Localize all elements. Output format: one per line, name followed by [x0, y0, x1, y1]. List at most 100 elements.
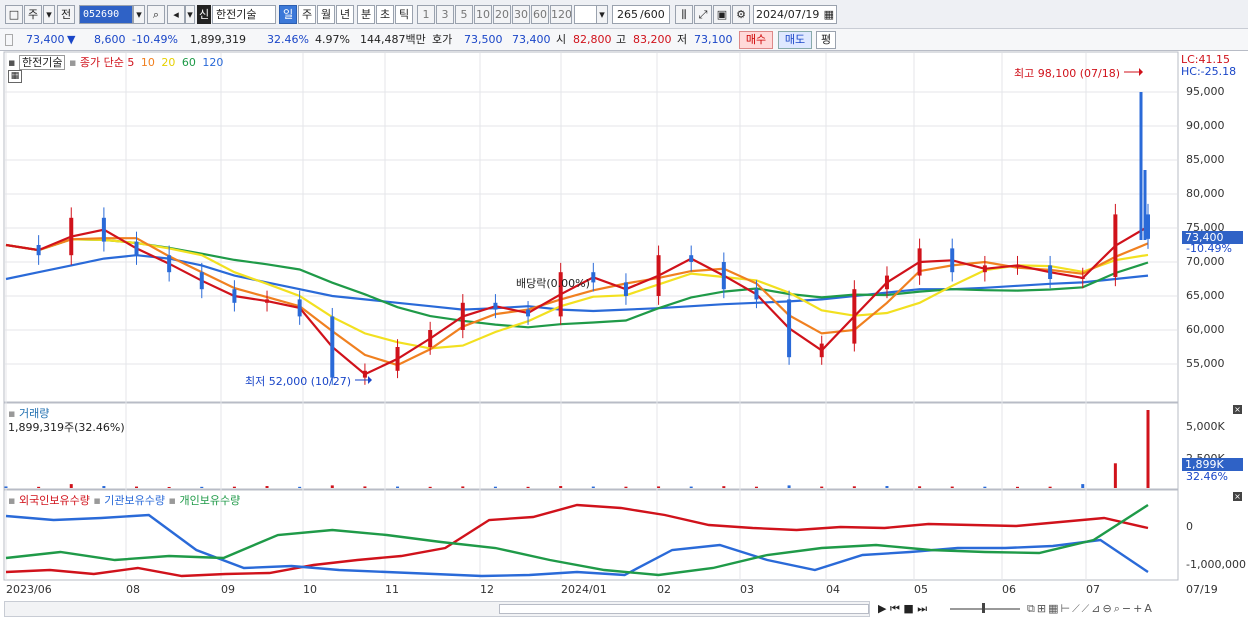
- x-tick-label: 2024/01: [561, 583, 607, 596]
- price-tick-label: 65,000: [1186, 289, 1225, 302]
- candle-body: [297, 299, 302, 317]
- volume-bar: [918, 486, 922, 488]
- volume-bar: [885, 486, 889, 488]
- x-tick-label: 12: [480, 583, 494, 596]
- volume-bar: [657, 486, 661, 488]
- x-tick-label: 09: [221, 583, 235, 596]
- current-pct-label: -10.49%: [1186, 242, 1232, 255]
- horizontal-scrollbar[interactable]: [4, 601, 870, 617]
- text-icon[interactable]: A: [1144, 602, 1154, 615]
- zoom-slider[interactable]: [950, 603, 1020, 613]
- minus-icon[interactable]: −: [1122, 602, 1133, 615]
- candle-body: [428, 330, 433, 347]
- price-tick-label: 80,000: [1186, 187, 1225, 200]
- hc-value: HC:-25.18: [1181, 65, 1237, 78]
- volume-bar: [265, 486, 269, 488]
- candle-body: [950, 248, 955, 273]
- x-tick-label: 07: [1086, 583, 1100, 596]
- draw-tools: ⧉⊞▦⊢⟋⟋⊿⊖⌕−+A: [1027, 600, 1154, 618]
- volume-bar: [167, 486, 171, 488]
- holding-tick-0: 0: [1186, 520, 1193, 533]
- trend-icon[interactable]: ⟋: [1072, 602, 1082, 615]
- legend-square-icon: ▪: [8, 494, 16, 507]
- ma-60: 60: [181, 56, 196, 69]
- ma-10: 10: [140, 56, 155, 69]
- volume-bar: [852, 486, 856, 488]
- price-tick-label: 95,000: [1186, 85, 1225, 98]
- stock-chart[interactable]: [0, 0, 1248, 621]
- candle-body: [265, 299, 270, 303]
- volume-bar: [37, 486, 41, 488]
- candle-body: [460, 302, 465, 330]
- measure-icon[interactable]: ⟋: [1082, 602, 1092, 615]
- plus-icon[interactable]: +: [1133, 602, 1144, 615]
- ma-label: 종가 단순: [79, 56, 124, 69]
- volume-bar: [1048, 486, 1052, 488]
- volume-bar: [820, 486, 824, 488]
- candle-body: [362, 370, 367, 378]
- x-tick-label: 05: [914, 583, 928, 596]
- candle-body: [884, 275, 889, 290]
- volume-bar: [4, 486, 8, 488]
- ma-20: 20: [161, 56, 176, 69]
- rewind-icon[interactable]: ⏮: [890, 602, 900, 615]
- zoom-icon[interactable]: ⌕: [1114, 602, 1122, 615]
- volume-bar: [69, 484, 73, 488]
- fast-forward-icon[interactable]: ⏭: [917, 602, 927, 615]
- ma-5: 5: [127, 56, 135, 69]
- play-icon[interactable]: ▶: [878, 602, 886, 615]
- price-tick-label: 60,000: [1186, 323, 1225, 336]
- candle-body: [852, 289, 857, 344]
- low-annotation: 최저 52,000 (10/27): [245, 375, 352, 388]
- price-tick-label: 90,000: [1186, 119, 1225, 132]
- candle-body: [1048, 265, 1053, 279]
- copy-icon[interactable]: ⧉: [1027, 602, 1037, 615]
- volume-bar: [689, 486, 693, 488]
- holding-tick-neg: -1,000,000: [1186, 558, 1246, 571]
- high-annotation: 최고 98,100 (07/18): [1014, 67, 1121, 80]
- candle-body: [134, 241, 139, 256]
- price-tick-label: 55,000: [1186, 357, 1225, 370]
- legend-square-icon: ▪: [168, 494, 176, 507]
- price-panel-legend: ▪ 한전기술 ▪ 종가 단순 5 10 20 60 120: [8, 54, 223, 70]
- volume-bar: [526, 486, 530, 488]
- institution-holding-label: 기관보유수량: [104, 494, 166, 507]
- ruler-icon[interactable]: ⊢: [1060, 602, 1072, 615]
- volume-bar: [787, 485, 791, 488]
- candle-body: [395, 347, 400, 371]
- x-tick-label: 10: [303, 583, 317, 596]
- price-tick-label: 85,000: [1186, 153, 1225, 166]
- volume-bar: [428, 486, 432, 488]
- volume-bar: [135, 486, 139, 488]
- close-icon[interactable]: ×: [1233, 405, 1242, 414]
- candle-body: [1113, 214, 1118, 277]
- candle-body: [656, 255, 661, 296]
- stop-icon[interactable]: ■: [903, 602, 913, 615]
- volume-bar: [983, 486, 987, 488]
- layout-icon[interactable]: ⊞: [1037, 602, 1048, 615]
- zoom-slider-handle[interactable]: [982, 603, 985, 613]
- candle-body: [819, 343, 824, 358]
- ma-120: 120: [202, 56, 224, 69]
- candle-body: [787, 299, 792, 358]
- x-tick-label: 11: [385, 583, 399, 596]
- dividend-annotation: 배당락(0.00%): [516, 277, 590, 290]
- candle-body: [526, 309, 531, 317]
- candle-body: [1015, 265, 1020, 268]
- candle-body: [982, 265, 987, 273]
- candle-body: [754, 289, 759, 300]
- holding-panel-legend: ▪ 외국인보유수량 ▪ 기관보유수량 ▪ 개인보유수량: [8, 492, 240, 508]
- table-icon[interactable]: ▦: [8, 70, 22, 83]
- grid-icon[interactable]: ▦: [1048, 602, 1060, 615]
- fibo-icon[interactable]: ⊿: [1091, 602, 1102, 615]
- stock-label[interactable]: 한전기술: [18, 55, 66, 70]
- close-icon[interactable]: ×: [1233, 492, 1242, 501]
- candle-body: [36, 245, 41, 256]
- candle-body: [689, 255, 694, 262]
- candle-body: [493, 302, 498, 310]
- scrollbar-thumb[interactable]: [499, 604, 869, 614]
- zoom-out-icon[interactable]: ⊖: [1102, 602, 1113, 615]
- x-axis-last: 07/19: [1186, 583, 1218, 596]
- volume-bar: [200, 486, 204, 488]
- volume-bar: [1081, 484, 1085, 488]
